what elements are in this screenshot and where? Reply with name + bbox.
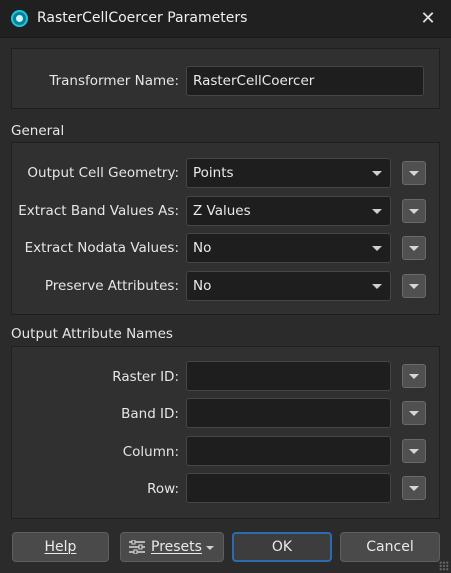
resize-grip-icon[interactable] — [439, 561, 449, 571]
help-button-label: Help — [44, 539, 77, 555]
cancel-button[interactable]: Cancel — [340, 532, 440, 562]
output-attribute-names-title: Output Attribute Names — [11, 326, 173, 342]
band-id-field[interactable] — [186, 398, 391, 428]
app-icon — [11, 10, 28, 27]
preserve-attributes-label: Preserve Attributes: — [44, 278, 179, 294]
extract-nodata-values-value: No — [193, 240, 212, 256]
row-field[interactable] — [186, 473, 391, 503]
extract-nodata-values-select[interactable]: No — [186, 233, 391, 263]
general-section-title: General — [11, 123, 65, 139]
extract-nodata-values-menu-button[interactable] — [402, 236, 426, 260]
row-menu-button[interactable] — [402, 476, 426, 500]
extract-band-values-menu-button[interactable] — [402, 199, 426, 223]
preserve-attributes-menu-button[interactable] — [402, 274, 426, 298]
transformer-name-label: Transformer Name: — [49, 73, 179, 89]
preserve-attributes-value: No — [193, 278, 212, 294]
cancel-button-label: Cancel — [366, 539, 414, 555]
close-icon: ✕ — [420, 8, 436, 29]
band-id-menu-button[interactable] — [402, 401, 426, 425]
close-button[interactable]: ✕ — [405, 0, 451, 37]
output-cell-geometry-value: Points — [193, 165, 234, 181]
ok-button[interactable]: OK — [232, 532, 332, 562]
column-label: Column: — [122, 444, 179, 460]
raster-id-label: Raster ID: — [112, 369, 179, 385]
output-cell-geometry-select[interactable]: Points — [186, 158, 391, 188]
column-field[interactable] — [186, 436, 391, 466]
chevron-down-icon — [372, 171, 382, 176]
title-bar: RasterCellCoercer Parameters ✕ — [0, 0, 451, 38]
column-menu-button[interactable] — [402, 439, 426, 463]
raster-id-menu-button[interactable] — [402, 364, 426, 388]
presets-icon — [129, 540, 145, 554]
ok-button-label: OK — [271, 539, 293, 555]
chevron-down-icon — [372, 284, 382, 289]
extract-band-values-label: Extract Band Values As: — [18, 203, 179, 219]
output-cell-geometry-menu-button[interactable] — [402, 161, 426, 185]
band-id-label: Band ID: — [121, 406, 179, 422]
chevron-down-icon — [372, 246, 382, 251]
chevron-down-icon — [372, 209, 382, 214]
presets-button-label: Presets — [151, 539, 202, 555]
help-button[interactable]: Help — [12, 532, 109, 562]
chevron-down-icon — [206, 546, 214, 550]
window-title: RasterCellCoercer Parameters — [37, 10, 248, 26]
transformer-name-field[interactable]: RasterCellCoercer — [186, 66, 424, 96]
extract-band-values-value: Z Values — [193, 203, 251, 219]
raster-id-field[interactable] — [186, 361, 391, 391]
extract-band-values-select[interactable]: Z Values — [186, 196, 391, 226]
presets-button[interactable]: Presets — [120, 532, 224, 562]
extract-nodata-values-label: Extract Nodata Values: — [24, 240, 179, 256]
row-label: Row: — [147, 481, 179, 497]
preserve-attributes-select[interactable]: No — [186, 271, 391, 301]
output-cell-geometry-label: Output Cell Geometry: — [27, 165, 179, 181]
